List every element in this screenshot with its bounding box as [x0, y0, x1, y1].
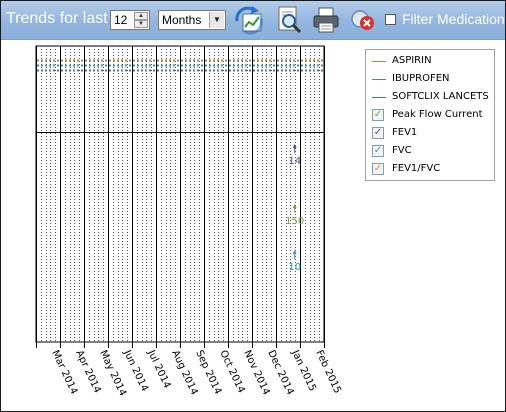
legend-item[interactable]: SOFTCLIX LANCETS — [370, 90, 492, 105]
refresh-chart-icon[interactable] — [234, 5, 264, 35]
period-unit-value: Months — [162, 13, 202, 27]
measurement-data-label: 10 — [288, 262, 301, 273]
print-icon[interactable] — [311, 5, 341, 35]
legend-item[interactable]: ASPIRIN — [370, 54, 492, 69]
filter-medications-checkbox[interactable] — [385, 14, 396, 25]
legend-item[interactable]: ✓ FEV1 — [370, 126, 492, 141]
chart-legend: ASPIRIN IBUPROFEN SOFTCLIX LANCETS ✓ Peak Fl… — [365, 49, 495, 181]
spin-down-button[interactable]: ▼ — [134, 20, 148, 28]
legend-checkbox[interactable]: ✓ — [372, 109, 384, 121]
trends-for-last-label: Trends for last — [6, 10, 108, 27]
legend-label: IBUPROFEN — [392, 73, 450, 84]
measurement-data-label: 150 — [285, 216, 304, 227]
toolbar: Trends for last ▲ ▼ Months ▼ — [1, 1, 505, 40]
legend-label: SOFTCLIX LANCETS — [392, 91, 489, 102]
period-count-input[interactable] — [112, 12, 136, 28]
legend-line-swatch — [372, 97, 386, 98]
legend-item[interactable]: ✓ FVC — [370, 144, 492, 159]
legend-label: FEV1 — [392, 127, 418, 138]
legend-checkbox[interactable]: ✓ — [372, 145, 384, 157]
chevron-down-icon[interactable]: ▼ — [209, 12, 224, 28]
period-count-spinner[interactable]: ▲ ▼ — [110, 10, 150, 30]
remove-icon[interactable] — [348, 5, 378, 35]
legend-label: FEV1/FVC — [392, 163, 441, 174]
legend-item[interactable]: IBUPROFEN — [370, 72, 492, 87]
legend-label: ASPIRIN — [392, 55, 432, 66]
period-unit-select[interactable]: Months ▼ — [158, 10, 226, 30]
filter-medications-label: Filter Medications — [402, 11, 505, 27]
spin-up-button[interactable]: ▲ — [134, 12, 148, 20]
legend-line-swatch — [372, 79, 386, 80]
x-tick-label: Jul 2014 — [145, 348, 173, 390]
legend-line-swatch — [372, 61, 386, 62]
zoom-icon[interactable] — [274, 5, 304, 35]
legend-label: Peak Flow Current — [392, 109, 483, 120]
legend-label: FVC — [392, 145, 412, 156]
trends-window: Trends for last ▲ ▼ Months ▼ — [0, 0, 506, 412]
legend-item[interactable]: ✓ FEV1/FVC — [370, 162, 492, 177]
legend-item[interactable]: ✓ Peak Flow Current — [370, 108, 492, 123]
legend-checkbox[interactable]: ✓ — [372, 163, 384, 175]
measurement-data-label: 14 — [288, 156, 301, 167]
legend-checkbox[interactable]: ✓ — [372, 127, 384, 139]
